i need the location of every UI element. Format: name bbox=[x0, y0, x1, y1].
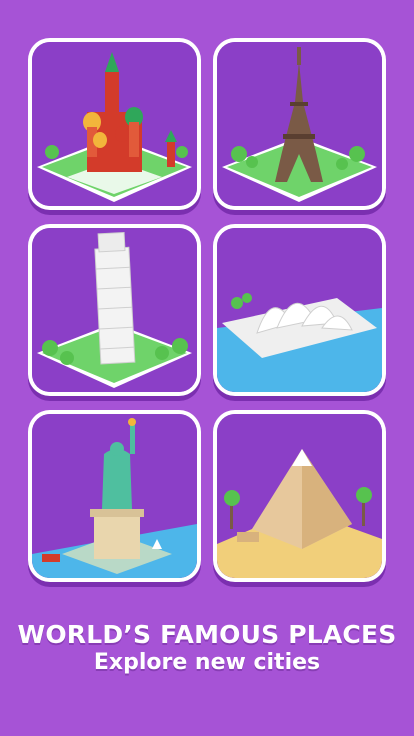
subheadline: Explore new cities bbox=[93, 650, 321, 675]
headline: WORLD’S FAMOUS PLACES bbox=[17, 620, 397, 649]
card-eiffel-tower[interactable] bbox=[213, 38, 386, 210]
card-image bbox=[217, 414, 382, 578]
eiffel-tower-illustration bbox=[217, 42, 382, 206]
landmark-grid bbox=[28, 38, 386, 582]
leaning-tower-pisa-illustration bbox=[32, 228, 197, 392]
statue-of-liberty-illustration bbox=[32, 414, 197, 578]
card-image bbox=[32, 228, 197, 392]
moscow-cathedral-illustration bbox=[32, 42, 197, 206]
card-image bbox=[217, 42, 382, 206]
sydney-opera-house-illustration bbox=[217, 228, 382, 392]
pyramid-illustration bbox=[217, 414, 382, 578]
card-image bbox=[217, 228, 382, 392]
card-image bbox=[32, 414, 197, 578]
card-leaning-tower-pisa[interactable] bbox=[28, 224, 201, 396]
card-sydney-opera-house[interactable] bbox=[213, 224, 386, 396]
card-pyramid[interactable] bbox=[213, 410, 386, 582]
card-moscow-cathedral[interactable] bbox=[28, 38, 201, 210]
card-image bbox=[32, 42, 197, 206]
card-statue-of-liberty[interactable] bbox=[28, 410, 201, 582]
